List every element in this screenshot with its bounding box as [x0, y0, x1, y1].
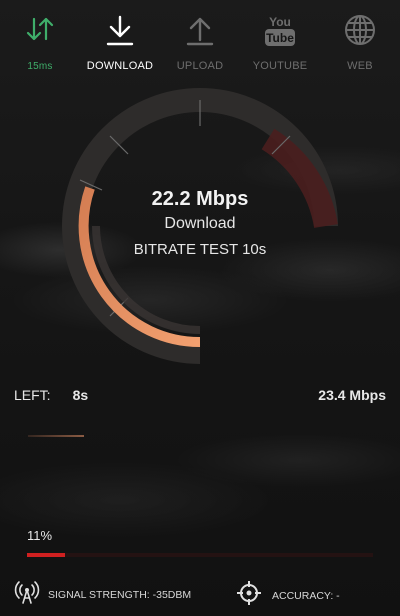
speed-gauge: 22.2 Mbps Download BITRATE TEST 10s [0, 80, 400, 370]
time-left-value: 8s [72, 387, 89, 403]
youtube-logo-bottom: Tube [266, 31, 294, 45]
test-name: BITRATE TEST 10s [133, 241, 267, 258]
progress-bar [27, 553, 373, 557]
tab-youtube[interactable]: You Tube YOUTUBE [240, 14, 320, 72]
time-left: LEFT: 8s [14, 387, 88, 403]
signal-antenna-icon [14, 580, 40, 609]
progress-percent: 11% [27, 528, 53, 543]
speed-sparkline [28, 435, 84, 437]
tab-download[interactable]: DOWNLOAD [80, 14, 160, 72]
tab-label: DOWNLOAD [86, 60, 154, 72]
time-left-label: LEFT: [14, 387, 51, 403]
accuracy-text: ACCURACY: - [272, 589, 340, 602]
ping-value: 15ms [27, 61, 53, 72]
youtube-logo-top: You [269, 15, 291, 29]
progress-bar-fill [27, 553, 66, 557]
tab-label: WEB [347, 60, 373, 72]
tab-upload[interactable]: UPLOAD [160, 14, 240, 72]
gauge-accent-segment [261, 128, 338, 229]
up-down-arrows-icon [0, 14, 80, 52]
youtube-icon: You Tube [240, 14, 320, 52]
test-direction: Download [164, 215, 236, 232]
signal-strength: SIGNAL STRENGTH: -35DBM [14, 580, 191, 609]
tab-label: UPLOAD [176, 60, 224, 72]
globe-icon [320, 14, 400, 52]
tab-web[interactable]: WEB [320, 14, 400, 72]
crosshair-icon [236, 580, 262, 611]
download-arrow-icon [80, 14, 160, 52]
signal-strength-text: SIGNAL STRENGTH: -35DBM [48, 588, 192, 601]
location-accuracy: ACCURACY: - [236, 580, 340, 611]
upload-arrow-icon [160, 14, 240, 52]
current-speed: 22.2 Mbps [151, 188, 249, 210]
tab-ping[interactable]: 15ms [0, 14, 80, 72]
test-tabs: 15ms DOWNLOAD UPLOAD You Tube YOUTUBE WE… [0, 0, 400, 80]
measured-rate: 23.4 Mbps [318, 387, 386, 403]
tab-label: YOUTUBE [252, 60, 308, 72]
